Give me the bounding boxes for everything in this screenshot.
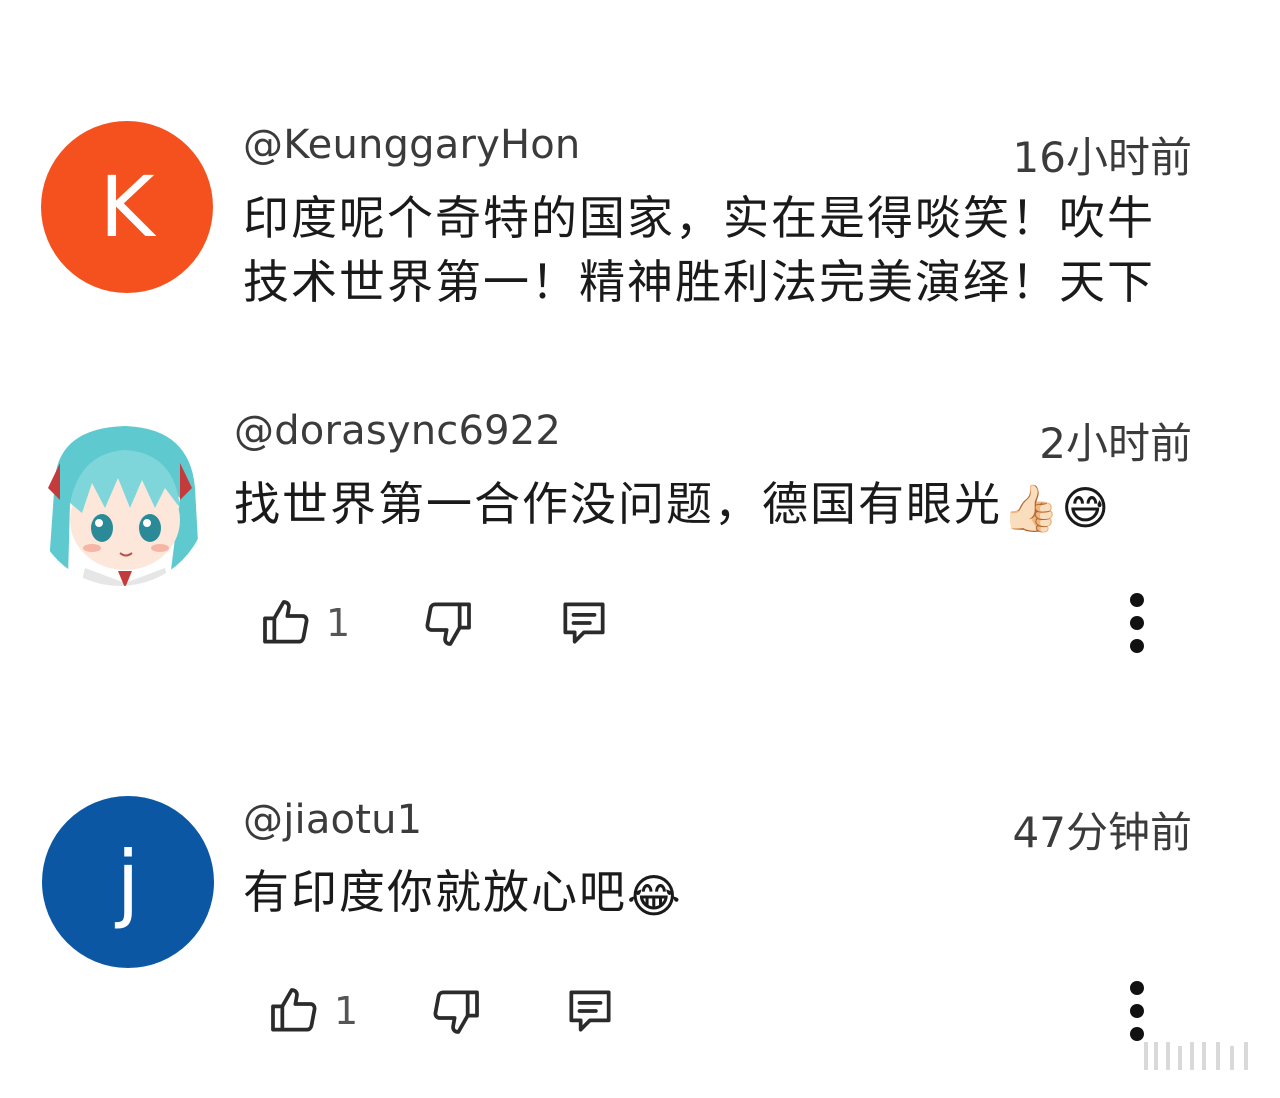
comment-actions: 1 [258, 588, 1258, 658]
like-count: 1 [334, 989, 359, 1033]
sweat-smile-emoji-icon: 😅 [1061, 480, 1112, 535]
comment-text-line: 技术世界第一！精神胜利法完美演绎！天下 [243, 255, 1155, 309]
dislike-button[interactable] [428, 976, 484, 1046]
comment-text: 找世界第一合作没问题，德国有眼光👍🏻😅 [234, 472, 1111, 540]
reply-icon [569, 990, 611, 1032]
comment-text-content: 找世界第一合作没问题，德国有眼光 [234, 477, 1002, 531]
thumbs-down-icon [433, 990, 479, 1034]
thumbs-down-icon [425, 602, 471, 646]
comment-actions: 1 [266, 976, 1266, 1046]
comment-text-content: 有印度你就放心吧 [243, 865, 627, 919]
like-button[interactable]: 1 [258, 588, 350, 658]
anime-character-avatar-icon [32, 410, 208, 586]
comment-time: 16小时前 [1012, 133, 1192, 182]
more-vert-icon[interactable] [1117, 590, 1157, 660]
reply-icon [563, 602, 605, 644]
dislike-button[interactable] [420, 588, 476, 658]
thumbs-up-icon [271, 988, 317, 1032]
reply-button[interactable] [562, 976, 618, 1046]
comment-text: 有印度你就放心吧😂 [243, 860, 683, 928]
tears-of-joy-emoji-icon: 😂 [627, 868, 683, 923]
like-button[interactable]: 1 [266, 976, 358, 1046]
comment-text-line: 找世界第一合作没问题，德国有眼光👍🏻😅 [234, 472, 1111, 540]
comment-author[interactable]: @dorasync6922 [234, 408, 561, 454]
avatar-letter: j [116, 833, 140, 931]
comment-text-line: 印度呢个奇特的国家，实在是得啖笑！吹牛 [243, 191, 1155, 245]
comment-author[interactable]: @KeunggaryHon [243, 122, 580, 168]
avatar[interactable]: j [42, 796, 214, 968]
comment-text: 印度呢个奇特的国家，实在是得啖笑！吹牛 技术世界第一！精神胜利法完美演绎！天下 [243, 186, 1155, 314]
like-count: 1 [326, 601, 351, 645]
thumbs-up-emoji-icon: 👍🏻 [1002, 480, 1062, 535]
avatar-letter: K [99, 158, 155, 256]
thumbs-up-icon [263, 600, 309, 644]
comment-text-line: 有印度你就放心吧😂 [243, 860, 683, 928]
reply-button[interactable] [556, 588, 612, 658]
avatar[interactable]: K [41, 121, 213, 293]
avatar[interactable] [30, 408, 210, 588]
watermark-icon [1144, 1042, 1248, 1070]
comment-author[interactable]: @jiaotu1 [243, 797, 422, 843]
comment-time: 47分钟前 [1012, 808, 1192, 857]
comment-time: 2小时前 [1039, 419, 1192, 468]
